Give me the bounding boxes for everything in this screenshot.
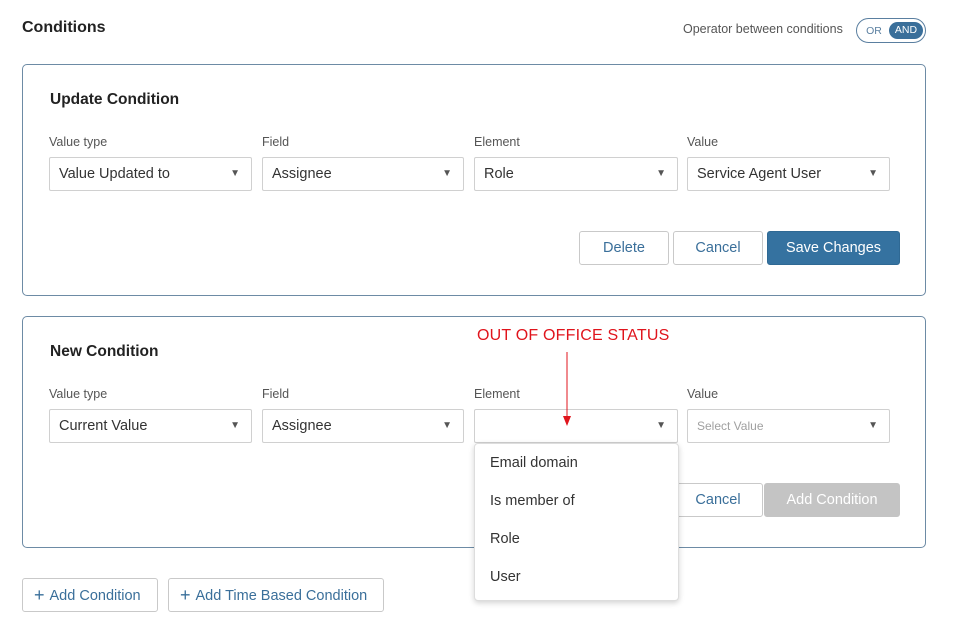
value-type-label: Value type <box>49 387 108 401</box>
field-selected: Assignee <box>272 418 332 434</box>
field-selected: Assignee <box>272 166 332 182</box>
add-condition-bottom-button[interactable]: + Add Condition <box>22 578 158 612</box>
value-type-label: Value type <box>49 135 108 149</box>
add-condition-button[interactable]: Add Condition <box>764 483 900 517</box>
annotation-label: OUT OF OFFICE STATUS <box>477 327 670 344</box>
add-time-based-condition-button[interactable]: + Add Time Based Condition <box>168 578 384 612</box>
value-select[interactable]: Service Agent User ▼ <box>687 157 890 191</box>
element-dropdown-menu: Email domain Is member of Role User <box>474 443 679 601</box>
value-select[interactable]: Select Value ▼ <box>687 409 890 443</box>
caret-down-icon: ▼ <box>442 168 452 179</box>
operator-or-option[interactable]: OR <box>859 25 889 37</box>
operator-and-option[interactable]: AND <box>889 22 923 39</box>
field-label: Field <box>262 387 290 401</box>
value-type-selected: Current Value <box>59 418 148 434</box>
cancel-button[interactable]: Cancel <box>673 231 763 265</box>
new-condition-title: New Condition <box>50 343 159 360</box>
save-changes-button[interactable]: Save Changes <box>767 231 900 265</box>
page-title: Conditions <box>22 19 106 36</box>
dropdown-option-is-member-of[interactable]: Is member of <box>475 482 678 520</box>
value-type-selected: Value Updated to <box>59 166 170 182</box>
element-select[interactable]: Role ▼ <box>474 157 678 191</box>
dropdown-option-email-domain[interactable]: Email domain <box>475 444 678 482</box>
cancel-button[interactable]: Cancel <box>673 483 763 517</box>
add-condition-label: Add Condition <box>49 588 141 604</box>
caret-down-icon: ▼ <box>230 420 240 431</box>
dropdown-option-user[interactable]: User <box>475 558 678 596</box>
caret-down-icon: ▼ <box>656 168 666 179</box>
value-type-select[interactable]: Current Value ▼ <box>49 409 252 443</box>
field-select[interactable]: Assignee ▼ <box>262 409 464 443</box>
element-label: Element <box>474 135 520 149</box>
update-condition-title: Update Condition <box>50 91 180 108</box>
dropdown-option-role[interactable]: Role <box>475 520 678 558</box>
value-selected: Service Agent User <box>697 166 822 182</box>
annotation-arrow <box>563 352 571 426</box>
caret-down-icon: ▼ <box>442 420 452 431</box>
caret-down-icon: ▼ <box>656 420 666 431</box>
value-label: Value <box>687 135 719 149</box>
add-time-based-label: Add Time Based Condition <box>195 588 368 604</box>
operator-toggle[interactable]: OR AND <box>856 18 926 43</box>
element-label: Element <box>474 387 520 401</box>
value-placeholder: Select Value <box>697 419 764 433</box>
field-label: Field <box>262 135 290 149</box>
caret-down-icon: ▼ <box>230 168 240 179</box>
plus-icon: + <box>34 585 45 605</box>
caret-down-icon: ▼ <box>868 168 878 179</box>
delete-button[interactable]: Delete <box>579 231 669 265</box>
caret-down-icon: ▼ <box>868 420 878 431</box>
value-label: Value <box>687 387 719 401</box>
element-select[interactable]: ▼ <box>474 409 678 443</box>
value-type-select[interactable]: Value Updated to ▼ <box>49 157 252 191</box>
field-select[interactable]: Assignee ▼ <box>262 157 464 191</box>
update-condition-card: Update Condition Value type Field Elemen… <box>22 64 926 296</box>
plus-icon: + <box>180 585 191 605</box>
operator-label: Operator between conditions <box>683 22 843 36</box>
element-selected: Role <box>484 166 514 182</box>
